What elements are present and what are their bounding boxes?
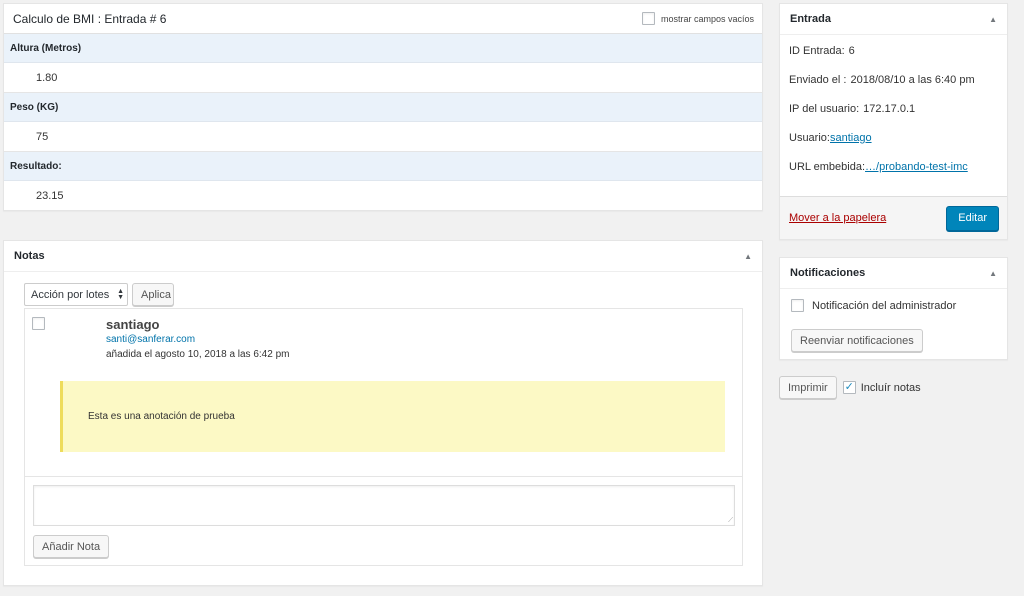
notifications-title: Notificaciones <box>790 267 866 279</box>
note-date: añadida el agosto 10, 2018 a las 6:42 pm <box>106 349 290 360</box>
include-notes-checkbox[interactable]: ✓ <box>842 381 856 394</box>
apply-button[interactable]: Aplica <box>132 283 174 306</box>
sent-label: Enviado el : <box>789 74 847 86</box>
move-to-trash-link[interactable]: Mover a la papelera <box>789 212 886 224</box>
embed-url-label: URL embebida: <box>789 161 866 173</box>
entry-actions: Mover a la papelera Editar <box>780 196 1007 239</box>
embed-url-link[interactable]: …/probando-test-imc <box>865 161 968 173</box>
note-select-checkbox[interactable] <box>32 317 45 330</box>
notes-header[interactable]: Notas ▲ <box>4 241 762 272</box>
entry-id-value: 6 <box>848 45 855 57</box>
show-empty-fields-checkbox[interactable] <box>641 12 655 25</box>
triangle-up-icon[interactable]: ▲ <box>989 269 997 278</box>
note-author-email[interactable]: santi@sanferar.com <box>106 334 195 345</box>
field-value-result: 23.15 <box>36 190 64 202</box>
resend-notifications-button[interactable]: Reenviar notificaciones <box>791 329 923 352</box>
print-button[interactable]: Imprimir <box>779 376 837 399</box>
field-label-result: Resultado: <box>4 152 762 181</box>
entry-id-label: ID Entrada: <box>789 45 845 57</box>
entry-detail-panel: Calculo de BMI : Entrada # 6 mostrar cam… <box>3 3 763 211</box>
field-value-height: 1.80 <box>4 63 762 93</box>
entry-info-panel: Entrada ▲ ID Entrada: 6 Enviado el : 201… <box>779 3 1008 240</box>
notes-list: santiago santi@sanferar.com añadida el a… <box>24 308 743 566</box>
triangle-up-icon[interactable]: ▲ <box>989 15 997 24</box>
select-arrows-icon: ▲ ▼ <box>117 287 124 301</box>
admin-notification-checkbox[interactable] <box>791 299 804 312</box>
entry-info-header[interactable]: Entrada ▲ <box>780 4 1007 35</box>
sent-value: 2018/08/10 a las 6:40 pm <box>850 74 975 86</box>
notifications-header[interactable]: Notificaciones ▲ <box>780 258 1007 289</box>
admin-notification-option[interactable]: Notificación del administrador <box>791 299 956 312</box>
note-text: Esta es una anotación de prueba <box>60 381 725 452</box>
bulk-action-selected: Acción por lotes <box>31 288 110 301</box>
entry-info-title: Entrada <box>790 13 831 25</box>
notifications-panel: Notificaciones ▲ Notificación del admini… <box>779 257 1008 360</box>
entry-meta-list: ID Entrada: 6 Enviado el : 2018/08/10 a … <box>780 35 1007 190</box>
entry-header: Calculo de BMI : Entrada # 6 mostrar cam… <box>4 4 762 34</box>
ip-label: IP del usuario: <box>789 103 860 115</box>
new-note-textarea[interactable]: ⟋ <box>33 485 735 526</box>
field-value-weight: 75 <box>4 122 762 152</box>
ip-value: 172.17.0.1 <box>863 103 916 115</box>
notes-panel: Notas ▲ Acción por lotes ▲ ▼ Aplica santi… <box>3 240 763 586</box>
checkmark-icon: ✓ <box>844 381 854 393</box>
embed-url: URL embebida: …/probando-test-imc <box>789 161 997 190</box>
show-empty-fields-toggle[interactable]: mostrar campos vacíos <box>641 12 754 25</box>
print-controls: Imprimir ✓ Incluír notas <box>779 376 921 399</box>
bulk-actions: Acción por lotes ▲ ▼ Aplica <box>24 283 174 306</box>
user-ip: IP del usuario: 172.17.0.1 <box>789 103 997 132</box>
user-link[interactable]: santiago <box>830 132 872 144</box>
show-empty-fields-label: mostrar campos vacíos <box>660 13 754 24</box>
user-label: Usuario: <box>789 132 830 144</box>
bulk-action-select[interactable]: Acción por lotes ▲ ▼ <box>24 283 128 306</box>
triangle-up-icon[interactable]: ▲ <box>744 252 752 261</box>
field-label-height: Altura (Metros) <box>4 34 762 63</box>
edit-button[interactable]: Editar <box>946 205 999 231</box>
entry-user: Usuario: santiago <box>789 132 997 161</box>
divider <box>25 476 742 477</box>
entry-sent-date: Enviado el : 2018/08/10 a las 6:40 pm <box>789 74 997 103</box>
entry-id: ID Entrada: 6 <box>789 45 997 74</box>
admin-notification-label: Notificación del administrador <box>812 299 957 312</box>
note-author: santiago <box>106 317 160 332</box>
notes-title: Notas <box>14 250 45 262</box>
entry-title: Calculo de BMI : Entrada # 6 <box>13 11 167 26</box>
resize-grip-icon[interactable]: ⟋ <box>728 517 733 524</box>
field-label-weight: Peso (KG) <box>4 93 762 122</box>
include-notes-label: Incluír notas <box>860 381 921 394</box>
add-note-button[interactable]: Añadir Nota <box>33 535 110 558</box>
